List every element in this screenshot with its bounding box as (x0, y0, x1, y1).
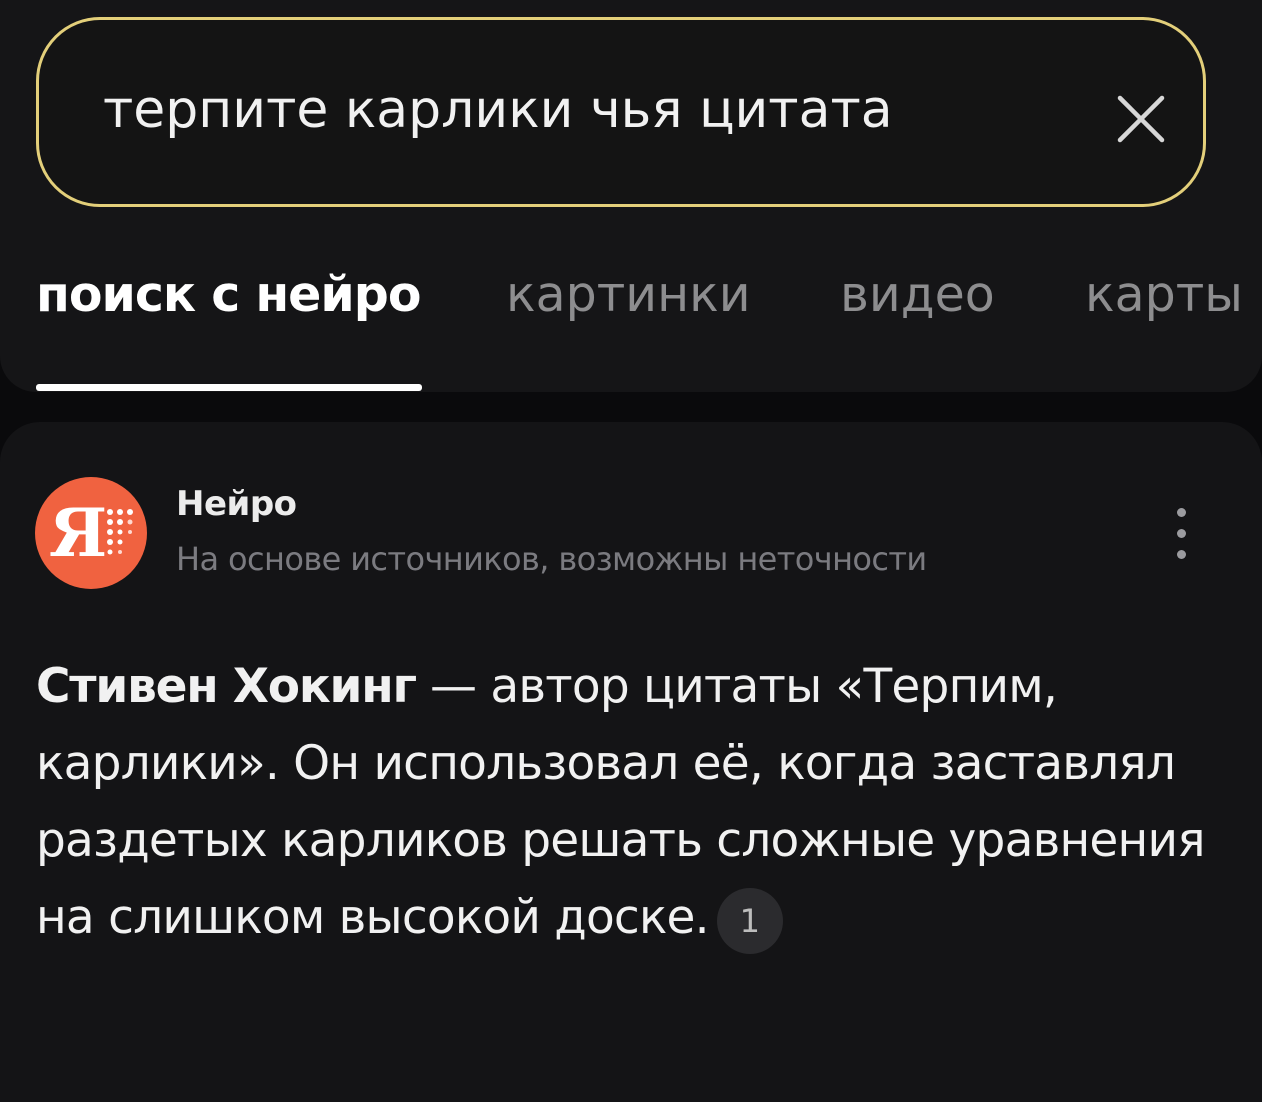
answer-source-name: Нейро (176, 484, 297, 524)
search-input[interactable]: терпите карлики чья цитата (103, 80, 893, 140)
source-count-badge[interactable]: 1 (716, 887, 783, 954)
search-tabs: поиск с нейро картинки видео карты (0, 260, 1262, 340)
tab-neiro-search[interactable]: поиск с нейро (36, 260, 421, 330)
dots-pattern-icon (107, 509, 133, 555)
tab-video[interactable]: видео (840, 260, 995, 330)
search-bar[interactable]: терпите карлики чья цитата (36, 17, 1206, 207)
tab-images[interactable]: картинки (506, 260, 751, 330)
answer-subject: Стивен Хокинг (36, 659, 417, 714)
answer-disclaimer: На основе источников, возможны неточност… (176, 540, 927, 578)
clear-search-button[interactable] (1112, 90, 1170, 148)
avatar-letter: Я (49, 494, 108, 572)
search-header: терпите карлики чья цитата поиск с нейро… (0, 0, 1262, 392)
active-tab-indicator (36, 384, 422, 391)
more-vertical-icon[interactable] (1168, 502, 1196, 566)
tab-maps[interactable]: карты (1085, 260, 1243, 330)
close-icon (1117, 95, 1165, 143)
neiro-logo-icon: Я (35, 477, 147, 589)
answer-text: Стивен Хокинг — автор цитаты «Терпим, ка… (36, 648, 1226, 956)
